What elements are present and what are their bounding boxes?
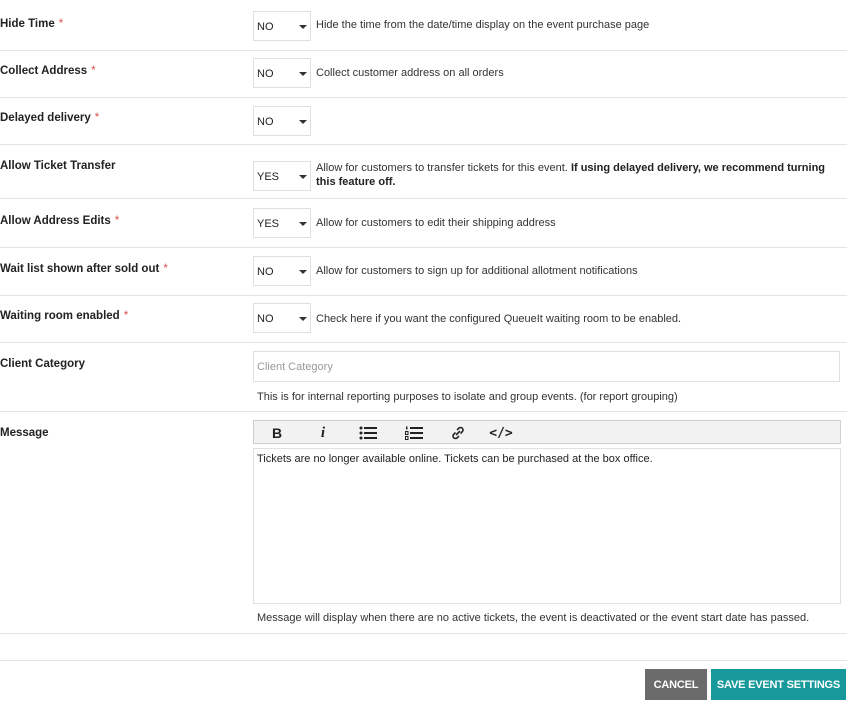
allow-address-edits-select[interactable]: YES — [253, 208, 311, 238]
required-marker: * — [114, 215, 120, 227]
code-button[interactable]: </> — [488, 424, 514, 442]
setting-help-text: Allow for customers to transfer tickets … — [316, 162, 826, 188]
setting-label: Client Category — [0, 358, 85, 370]
required-marker: * — [163, 263, 168, 275]
setting-row-allow-address-edits: Allow Address Edits * YES Allow for custo… — [0, 199, 847, 248]
message-hint: Message will display when there are no a… — [257, 612, 810, 624]
setting-label: Allow Address Edits * — [0, 215, 120, 227]
allow-ticket-transfer-select[interactable]: YES — [253, 161, 311, 191]
save-event-settings-button[interactable]: SAVE EVENT SETTINGS — [711, 669, 846, 700]
setting-help-text: Allow for customers to sign up for addit… — [316, 265, 638, 277]
link-icon — [452, 426, 464, 440]
select-value: NO — [257, 266, 274, 278]
select-value: NO — [257, 21, 274, 33]
collect-address-select[interactable]: NO — [253, 58, 311, 88]
link-button[interactable] — [450, 424, 466, 442]
setting-row-client-category: Client Category This is for internal rep… — [0, 343, 847, 412]
required-marker: * — [91, 65, 96, 77]
chevron-down-icon — [299, 222, 307, 226]
chevron-down-icon — [299, 120, 307, 124]
setting-row-hide-time: Hide Time * NO Hide the time from the dat… — [0, 0, 847, 51]
setting-label: Hide Time * — [0, 18, 64, 30]
setting-row-delayed-delivery: Delayed delivery * NO — [0, 98, 847, 145]
chevron-down-icon — [299, 72, 307, 76]
footer-divider — [0, 660, 847, 661]
setting-label: Message — [0, 427, 49, 439]
select-value: YES — [257, 171, 280, 183]
waiting-room-select[interactable]: NO — [253, 303, 311, 333]
setting-help-text: Hide the time from the date/time display… — [316, 19, 650, 31]
chevron-down-icon — [299, 175, 307, 179]
setting-label: Wait list shown after sold out * — [0, 263, 168, 275]
wait-list-select[interactable]: NO — [253, 256, 311, 286]
chevron-down-icon — [299, 25, 307, 29]
bulleted-list-icon — [359, 426, 377, 440]
numbered-list-icon — [405, 426, 423, 440]
setting-label: Allow Ticket Transfer — [0, 160, 116, 172]
setting-row-wait-list: Wait list shown after sold out * NO Allow… — [0, 248, 847, 296]
message-content: Tickets are no longer available online. … — [257, 453, 653, 465]
select-value: NO — [257, 116, 274, 128]
required-marker: * — [58, 18, 64, 30]
setting-help-text: Check here if you want the configured Qu… — [316, 313, 682, 325]
setting-row-waiting-room: Waiting room enabled * NO Check here if y… — [0, 296, 847, 343]
bold-button[interactable]: B — [270, 424, 284, 442]
italic-button[interactable]: i — [317, 424, 329, 442]
setting-label: Delayed delivery * — [0, 112, 100, 124]
setting-row-collect-address: Collect Address * NO Collect customer add… — [0, 51, 847, 98]
setting-help-text: Allow for customers to edit their shippi… — [316, 217, 556, 229]
numbered-list-button[interactable] — [404, 424, 424, 442]
chevron-down-icon — [299, 270, 307, 274]
editor-toolbar: B i </> — [253, 420, 841, 444]
client-category-hint: This is for internal reporting purposes … — [257, 391, 678, 403]
required-marker: * — [94, 112, 100, 124]
setting-label: Waiting room enabled * — [0, 310, 129, 322]
select-value: YES — [257, 218, 280, 230]
client-category-field[interactable] — [253, 351, 840, 382]
select-value: NO — [257, 68, 274, 80]
cancel-button[interactable]: CANCEL — [645, 669, 707, 700]
setting-row-allow-ticket-transfer: Allow Ticket Transfer YES Allow for cust… — [0, 145, 847, 199]
setting-label: Collect Address * — [0, 65, 96, 77]
required-marker: * — [123, 310, 129, 322]
bulleted-list-button[interactable] — [358, 424, 378, 442]
setting-help-text: Collect customer address on all orders — [316, 67, 504, 79]
chevron-down-icon — [299, 317, 307, 321]
message-editor[interactable]: Tickets are no longer available online. … — [253, 448, 841, 604]
delayed-delivery-select[interactable]: NO — [253, 106, 311, 136]
client-category-input[interactable] — [254, 352, 839, 381]
select-value: NO — [257, 313, 274, 325]
hide-time-select[interactable]: NO — [253, 11, 311, 41]
